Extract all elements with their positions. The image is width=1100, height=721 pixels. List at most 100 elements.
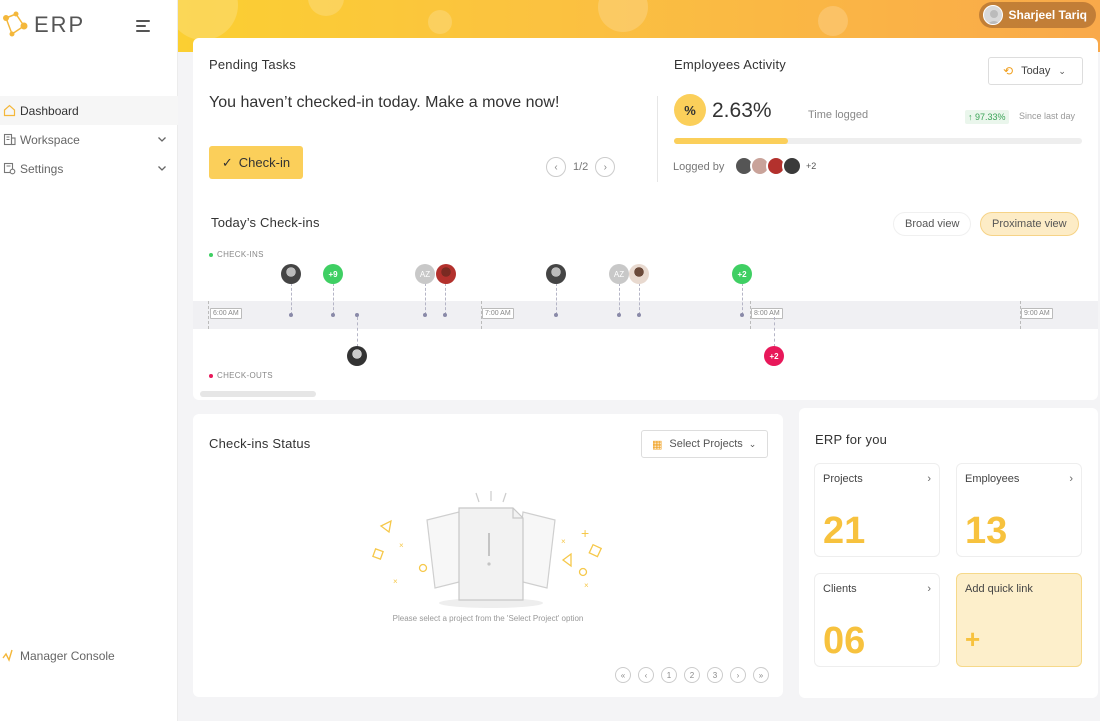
event-point xyxy=(637,313,641,317)
next-page-button[interactable]: › xyxy=(730,667,746,683)
menu-toggle-icon[interactable] xyxy=(136,20,150,32)
logo-mark-icon xyxy=(3,11,28,37)
page-button[interactable]: 3 xyxy=(707,667,723,683)
employees-label: Employees xyxy=(965,473,1020,485)
checkin-initials-avatar[interactable]: AZ xyxy=(415,264,435,284)
empty-state-illustration-icon: × × + × × xyxy=(372,491,603,608)
divider xyxy=(657,96,658,182)
time-tick: 6:00 AM xyxy=(210,308,242,319)
svg-text:×: × xyxy=(399,541,404,550)
banner-decoration xyxy=(818,6,848,36)
time-logged-percent: 2.63% xyxy=(712,99,772,122)
avatar xyxy=(982,5,1003,25)
trend-value: 97.33% xyxy=(975,112,1006,122)
clients-label: Clients xyxy=(823,583,857,595)
select-projects-dropdown[interactable]: ▦ Select Projects ⌄ xyxy=(641,430,768,458)
select-projects-label: Select Projects xyxy=(669,438,743,450)
sidebar-item-settings[interactable]: Settings xyxy=(0,154,178,183)
checkin-avatar[interactable] xyxy=(281,264,301,284)
checkin-count-badge[interactable]: +9 xyxy=(323,264,343,284)
banner-decoration xyxy=(178,0,238,40)
checkout-avatar[interactable] xyxy=(347,346,367,366)
check-in-label: Check-in xyxy=(238,155,291,170)
chevron-right-icon: › xyxy=(1069,473,1073,485)
event-stem xyxy=(357,317,358,347)
plus-icon: + xyxy=(965,624,981,654)
svg-text:×: × xyxy=(393,577,398,586)
next-page-button[interactable]: › xyxy=(595,157,616,177)
checkouts-lane-label: CHECK-OUTS xyxy=(209,371,273,380)
event-stem xyxy=(556,283,557,315)
clients-tile[interactable]: Clients › 06 xyxy=(814,573,940,667)
page-button[interactable]: 2 xyxy=(684,667,700,683)
more-count: +2 xyxy=(806,161,817,171)
checkin-avatar[interactable] xyxy=(546,264,566,284)
event-stem xyxy=(445,283,446,315)
pending-message: You haven’t checked-in today. Make a mov… xyxy=(209,94,560,111)
checkin-initials-avatar[interactable]: AZ xyxy=(609,264,629,284)
logged-by-avatars[interactable]: +2 xyxy=(734,156,816,176)
employees-tile[interactable]: Employees › 13 xyxy=(956,463,1082,557)
chevron-right-icon: › xyxy=(927,473,931,485)
check-in-button[interactable]: ✓ Check-in xyxy=(209,146,303,179)
projects-tile[interactable]: Projects › 21 xyxy=(814,463,940,557)
first-page-button[interactable]: « xyxy=(615,667,631,683)
building-icon xyxy=(2,133,16,147)
settings-icon xyxy=(2,162,16,176)
sidebar: ERP Dashboard Workspace Settings Manager… xyxy=(0,0,178,721)
user-name: Sharjeel Tariq xyxy=(1008,8,1087,22)
event-point xyxy=(617,313,621,317)
pending-tasks-title: Pending Tasks xyxy=(209,57,296,72)
employees-activity-title: Employees Activity xyxy=(674,57,786,72)
manager-console-link[interactable]: Manager Console xyxy=(2,648,115,664)
arrow-up-icon: ↑ xyxy=(968,112,976,122)
projects-count: 21 xyxy=(823,510,866,552)
checkin-avatar[interactable] xyxy=(629,264,649,284)
logo[interactable]: ERP xyxy=(0,8,85,42)
tick-line xyxy=(208,301,209,329)
checkout-count-badge[interactable]: +2 xyxy=(764,346,784,366)
event-stem xyxy=(333,283,334,315)
range-label: Today xyxy=(1021,65,1051,77)
svg-text:+: + xyxy=(581,525,589,541)
proximate-view-button[interactable]: Proximate view xyxy=(980,212,1079,236)
employees-count: 13 xyxy=(965,510,1008,552)
logged-by-label: Logged by xyxy=(673,161,725,173)
status-pagination: « ‹ 1 2 3 › » xyxy=(615,667,776,683)
check-icon: ✓ xyxy=(221,154,233,170)
user-menu[interactable]: Sharjeel Tariq xyxy=(978,2,1096,28)
sidebar-item-dashboard[interactable]: Dashboard xyxy=(0,96,178,125)
event-point xyxy=(423,313,427,317)
chevron-down-icon[interactable] xyxy=(156,162,168,174)
checkins-status-title: Check-ins Status xyxy=(209,436,311,451)
prev-page-button[interactable]: ‹ xyxy=(638,667,654,683)
chevron-down-icon: ⌄ xyxy=(1058,65,1066,76)
banner-decoration xyxy=(428,10,452,34)
erp-for-you-card: ERP for you Projects › 21 Employees › 13… xyxy=(799,408,1098,698)
projects-label: Projects xyxy=(823,473,863,485)
broad-view-button[interactable]: Broad view xyxy=(893,212,972,236)
page-button[interactable]: 1 xyxy=(661,667,677,683)
add-quick-link-tile[interactable]: Add quick link + xyxy=(956,573,1082,667)
event-stem xyxy=(742,283,743,315)
erp-for-you-title: ERP for you xyxy=(815,432,888,447)
checkin-count-badge[interactable]: +2 xyxy=(732,264,752,284)
timeline-scrollbar[interactable] xyxy=(200,391,316,397)
time-tick: 7:00 AM xyxy=(482,308,514,319)
banner-decoration xyxy=(598,0,648,32)
checkin-avatar[interactable] xyxy=(436,264,456,284)
last-page-button[interactable]: » xyxy=(753,667,769,683)
home-icon xyxy=(2,104,16,118)
sidebar-item-workspace[interactable]: Workspace xyxy=(0,125,178,154)
range-dropdown[interactable]: ⟲ Today ⌄ xyxy=(988,57,1083,85)
chevron-down-icon[interactable] xyxy=(156,133,168,145)
page-indicator: 1/2 xyxy=(573,161,589,173)
avatar xyxy=(782,156,802,176)
logo-text: ERP xyxy=(34,12,86,37)
empty-state-message: Please select a project from the 'Select… xyxy=(392,614,584,623)
event-point xyxy=(554,313,558,317)
prev-page-button[interactable]: ‹ xyxy=(546,157,566,177)
history-icon: ⟲ xyxy=(1003,64,1014,78)
time-logged-label: Time logged xyxy=(808,109,869,121)
percent-icon: % xyxy=(674,94,706,126)
